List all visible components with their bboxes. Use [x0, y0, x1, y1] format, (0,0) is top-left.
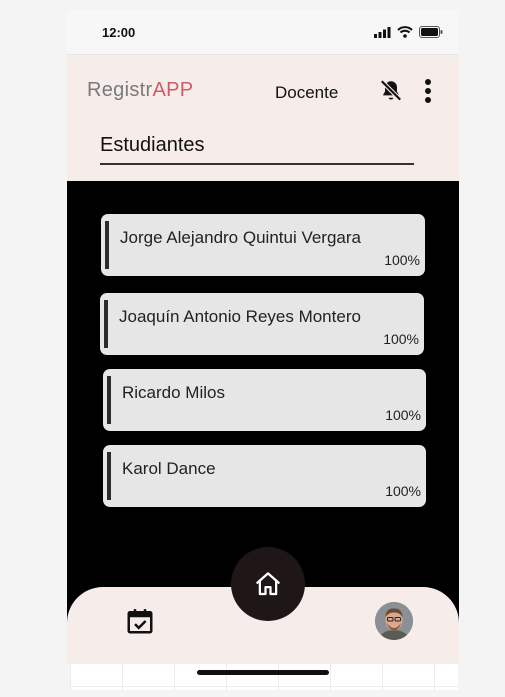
- attendance-percent: 100%: [383, 331, 419, 347]
- user-role-label: Docente: [275, 83, 339, 102]
- home-icon: [256, 572, 280, 596]
- logo-prefix: Registr: [87, 79, 153, 101]
- card-accent-bar: [105, 221, 109, 269]
- logo-suffix: APP: [152, 79, 194, 101]
- home-button[interactable]: [231, 547, 305, 621]
- phone-screen: 12:00 RegistrAPP Docente Estudiantes Jor…: [67, 10, 459, 664]
- section-title: Estudiantes: [100, 134, 414, 165]
- student-name: Ricardo Milos: [122, 383, 225, 402]
- student-card[interactable]: Jorge Alejandro Quintui Vergara 100%: [101, 214, 425, 276]
- student-card[interactable]: Joaquín Antonio Reyes Montero 100%: [100, 293, 424, 355]
- student-name: Jorge Alejandro Quintui Vergara: [120, 228, 361, 247]
- bell-off-icon[interactable]: [378, 78, 404, 104]
- student-name: Joaquín Antonio Reyes Montero: [119, 307, 361, 326]
- avatar-image: [375, 602, 413, 640]
- app-header: RegistrAPP Docente Estudiantes: [67, 55, 459, 181]
- app-logo: RegistrAPP: [87, 79, 193, 102]
- signal-icon: [374, 26, 391, 38]
- more-vertical-icon[interactable]: [421, 77, 435, 107]
- attendance-percent: 100%: [385, 483, 421, 499]
- home-indicator: [197, 670, 329, 675]
- card-accent-bar: [107, 452, 111, 500]
- student-card[interactable]: Karol Dance 100%: [103, 445, 426, 507]
- student-card[interactable]: Ricardo Milos 100%: [103, 369, 426, 431]
- status-time: 12:00: [102, 25, 136, 40]
- card-accent-bar: [107, 376, 111, 424]
- wifi-icon: [397, 26, 413, 38]
- calendar-check-icon[interactable]: [125, 606, 155, 636]
- student-name: Karol Dance: [122, 459, 216, 478]
- battery-icon: [419, 26, 443, 38]
- status-bar: 12:00: [67, 10, 459, 55]
- attendance-percent: 100%: [385, 407, 421, 423]
- status-icons: [374, 26, 443, 38]
- avatar[interactable]: [375, 602, 413, 640]
- attendance-percent: 100%: [384, 252, 420, 268]
- card-accent-bar: [104, 300, 108, 348]
